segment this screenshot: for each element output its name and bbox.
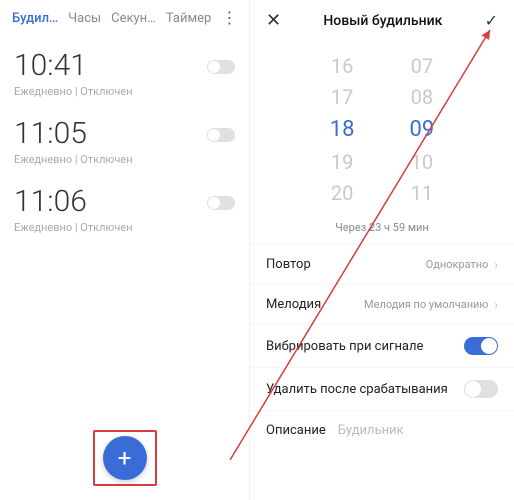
- delete-after-label: Удалить после срабатывания: [266, 382, 464, 397]
- fab-wrap: +: [93, 430, 157, 486]
- alarm-row[interactable]: 10:41 Ежедневно | Отключен: [0, 40, 249, 108]
- alarm-toggle[interactable]: [207, 128, 235, 142]
- hour-option[interactable]: 16: [330, 51, 355, 82]
- melody-row[interactable]: Мелодия Мелодия по умолчанию ›: [250, 284, 514, 324]
- chevron-right-icon: ›: [494, 258, 498, 272]
- minute-option[interactable]: 08: [410, 82, 435, 113]
- description-row[interactable]: Описание Будильник: [250, 410, 514, 450]
- vibrate-label: Вибрировать при сигнале: [266, 339, 464, 354]
- tab-clock[interactable]: Часы: [68, 11, 101, 26]
- alarm-toggle[interactable]: [207, 196, 235, 210]
- hour-option-selected[interactable]: 18: [330, 113, 355, 147]
- delete-after-toggle[interactable]: [464, 380, 498, 398]
- tab-timer[interactable]: Таймер: [166, 11, 211, 26]
- melody-label: Мелодия: [266, 297, 364, 312]
- alarm-time: 10:41: [14, 48, 235, 83]
- alarm-time: 11:05: [14, 116, 235, 151]
- time-until-text: Через 23 ч 59 мин: [250, 221, 514, 234]
- tabs: Будил… Часы Секун… Таймер ⋮: [0, 0, 249, 40]
- chevron-right-icon: ›: [494, 298, 498, 312]
- alarm-sub: Ежедневно | Отключен: [14, 221, 235, 234]
- new-alarm-header: ✕ Новый будильник ✓: [250, 0, 514, 45]
- plus-icon: +: [118, 444, 132, 472]
- repeat-value: Однократно: [426, 258, 489, 271]
- alarm-toggle[interactable]: [207, 60, 235, 74]
- close-icon[interactable]: ✕: [266, 10, 281, 31]
- minute-picker[interactable]: 07 08 09 10 11: [410, 51, 435, 209]
- vibrate-toggle[interactable]: [464, 337, 498, 355]
- alarm-sub: Ежедневно | Отключен: [14, 153, 235, 166]
- description-label: Описание: [266, 423, 326, 438]
- repeat-label: Повтор: [266, 257, 426, 272]
- minute-option-selected[interactable]: 09: [410, 113, 435, 147]
- time-picker[interactable]: 16 17 18 19 20 07 08 09 10 11: [250, 45, 514, 215]
- tab-alarm[interactable]: Будил…: [12, 11, 58, 26]
- delete-after-row: Удалить после срабатывания: [250, 367, 514, 410]
- alarm-row[interactable]: 11:05 Ежедневно | Отключен: [0, 108, 249, 176]
- page-title: Новый будильник: [281, 13, 485, 29]
- vibrate-row: Вибрировать при сигнале: [250, 324, 514, 367]
- hour-option[interactable]: 17: [330, 82, 355, 113]
- melody-value: Мелодия по умолчанию: [364, 298, 488, 311]
- minute-option[interactable]: 11: [410, 178, 435, 209]
- alarm-sub: Ежедневно | Отключен: [14, 85, 235, 98]
- fab-highlight: +: [93, 430, 157, 486]
- tab-seconds[interactable]: Секун…: [111, 11, 156, 26]
- more-icon[interactable]: ⋮: [221, 10, 237, 26]
- alarm-row[interactable]: 11:06 Ежедневно | Отключен: [0, 176, 249, 244]
- hour-option[interactable]: 19: [330, 147, 355, 178]
- confirm-icon[interactable]: ✓: [485, 11, 498, 30]
- minute-option[interactable]: 07: [410, 51, 435, 82]
- add-alarm-button[interactable]: +: [103, 436, 147, 480]
- hour-option[interactable]: 20: [330, 178, 355, 209]
- alarm-time: 11:06: [14, 184, 235, 219]
- hour-picker[interactable]: 16 17 18 19 20: [330, 51, 355, 209]
- description-placeholder: Будильник: [338, 423, 404, 438]
- minute-option[interactable]: 10: [410, 147, 435, 178]
- repeat-row[interactable]: Повтор Однократно ›: [250, 244, 514, 284]
